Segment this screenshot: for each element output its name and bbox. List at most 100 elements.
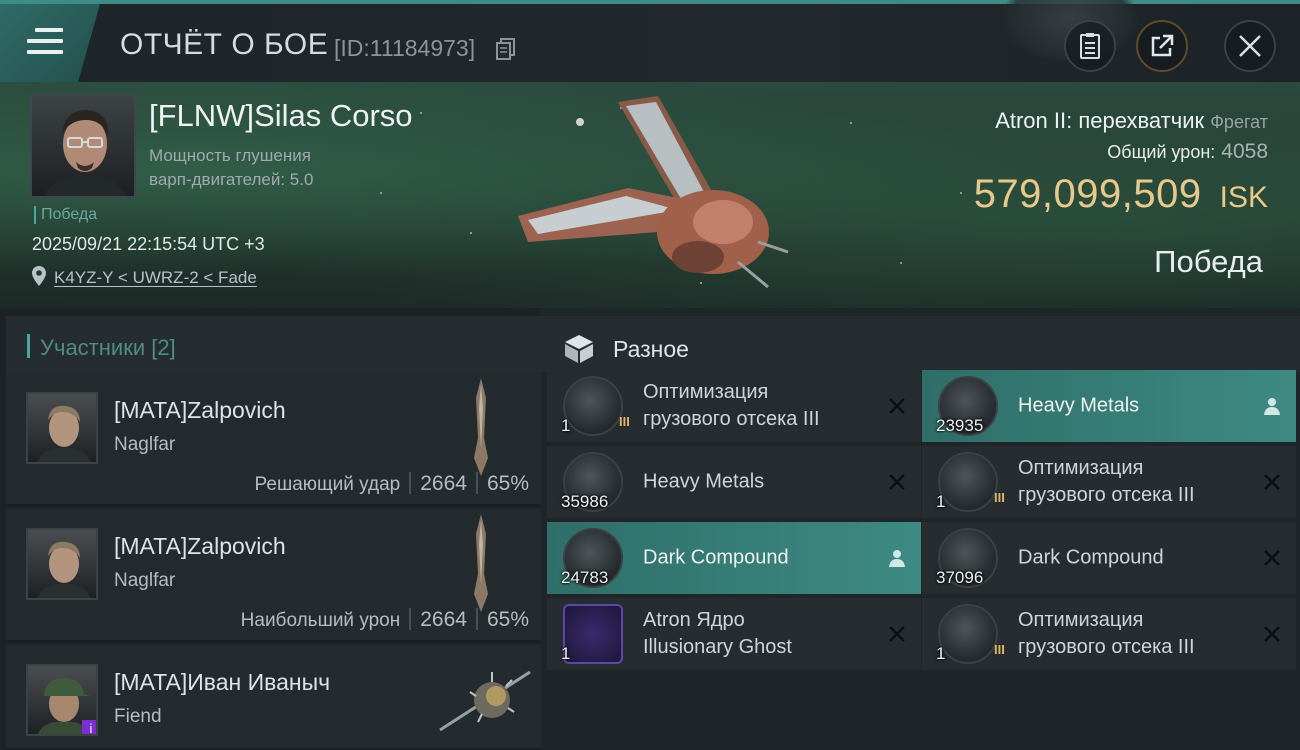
avatar-image bbox=[37, 405, 91, 462]
participants-header[interactable]: Участники [2] bbox=[6, 316, 541, 372]
misc-header: Разное bbox=[541, 316, 1300, 372]
item-name-line1: Heavy Metals bbox=[643, 470, 765, 493]
cube-box-icon bbox=[565, 335, 593, 363]
person-icon bbox=[1264, 398, 1280, 415]
ship-name[interactable]: Atron II: перехватчик bbox=[995, 108, 1204, 133]
participant-ship: Naglfar bbox=[114, 434, 176, 455]
item-name-line1: Оптимизация bbox=[643, 381, 769, 403]
x-icon bbox=[889, 398, 905, 414]
item-quantity: 23935 bbox=[936, 416, 984, 435]
item-name: Dark Compound bbox=[1018, 545, 1258, 572]
participant-ship-image bbox=[439, 670, 531, 732]
location-pin-icon bbox=[32, 266, 46, 286]
report-id: [ID:11184973] bbox=[334, 35, 476, 61]
item-name-line2: грузового отсека III bbox=[1018, 484, 1195, 506]
result-label: Победа bbox=[1154, 244, 1263, 279]
item-quantity: 37096 bbox=[936, 568, 984, 587]
close-button[interactable] bbox=[1224, 20, 1276, 72]
x-icon bbox=[889, 474, 905, 490]
participant-ship-image bbox=[474, 378, 488, 476]
item-row[interactable]: 35986 Heavy Metals bbox=[547, 446, 921, 518]
victim-pilot-name[interactable]: [FLNW]Silas Corso bbox=[149, 98, 413, 134]
pilot-attribute-line1: Мощность глушения bbox=[149, 146, 311, 165]
item-name: Оптимизация грузового отсека III bbox=[643, 379, 883, 433]
pilot-attribute-line2: варп-двигателей: 5.0 bbox=[149, 170, 314, 189]
pilot-avatar bbox=[43, 110, 127, 196]
participant-row[interactable]: [MATA]Zalpovich Naglfar Решающий удар 266… bbox=[6, 372, 541, 506]
clipboard-button[interactable] bbox=[1064, 20, 1116, 72]
copy-icon[interactable] bbox=[496, 38, 516, 60]
participant-avatar[interactable] bbox=[26, 392, 98, 464]
item-name: Dark Compound bbox=[643, 545, 883, 572]
kill-location-link[interactable]: K4YZ-Y < UWRZ-2 < Fade bbox=[54, 268, 257, 288]
item-meta-level: III bbox=[619, 414, 630, 429]
participant-role: Решающий удар bbox=[254, 474, 401, 495]
item-name: Оптимизация грузового отсека III bbox=[1018, 607, 1258, 661]
item-name-line2: Illusionary Ghost bbox=[643, 636, 792, 658]
item-quantity: 1 bbox=[561, 644, 571, 663]
participant-name[interactable]: [MATA]Zalpovich bbox=[114, 397, 286, 424]
item-meta-level: III bbox=[994, 490, 1005, 505]
victim-banner: [FLNW]Silas Corso Мощность глушения варп… bbox=[0, 82, 1300, 308]
total-damage-value: 4058 bbox=[1221, 140, 1268, 163]
item-meta-level: III bbox=[994, 642, 1005, 657]
isk-value: 579,099,509 bbox=[973, 172, 1202, 216]
participant-name[interactable]: [MATA]Zalpovich bbox=[114, 533, 286, 560]
item-row[interactable]: 1 III Оптимизация грузового отсека III bbox=[922, 446, 1296, 518]
item-quantity: 1 bbox=[561, 416, 571, 435]
pilot-attribute: Мощность глушения варп-двигателей: 5.0 bbox=[149, 144, 369, 192]
cargo-rig-icon bbox=[563, 376, 623, 436]
menu-button[interactable] bbox=[0, 4, 100, 82]
participant-percent: 65% bbox=[486, 472, 529, 495]
item-name-line1: Оптимизация bbox=[1018, 609, 1144, 631]
misc-heading: Разное bbox=[613, 336, 689, 362]
ship-type-line: Atron II: перехватчик Фрегат bbox=[995, 108, 1268, 134]
item-row[interactable]: 37096 Dark Compound bbox=[922, 522, 1296, 594]
participants-heading: Участники [2] bbox=[40, 335, 176, 360]
item-row[interactable]: 1 Atron Ядро Illusionary Ghost bbox=[547, 598, 921, 670]
header-accent-bar bbox=[27, 334, 30, 358]
x-icon bbox=[1264, 626, 1280, 642]
item-quantity: 24783 bbox=[561, 568, 609, 587]
item-name: Оптимизация грузового отсека III bbox=[1018, 455, 1258, 509]
kill-datetime: 2025/09/21 22:15:54 UTC +3 bbox=[32, 234, 265, 254]
participant-avatar[interactable] bbox=[26, 528, 98, 600]
cargo-rig-icon bbox=[938, 604, 998, 664]
participant-name[interactable]: [MATA]Иван Иваныч bbox=[114, 669, 330, 696]
participant-avatar[interactable]: i bbox=[26, 664, 98, 736]
x-icon bbox=[889, 626, 905, 642]
hamburger-icon bbox=[27, 28, 63, 61]
ship-image bbox=[518, 96, 789, 289]
item-quantity: 1 bbox=[936, 492, 946, 511]
item-name-line1: Dark Compound bbox=[643, 546, 789, 569]
participant-stats: Наибольший урон 2664 65% bbox=[241, 608, 529, 632]
share-button[interactable] bbox=[1136, 20, 1188, 72]
item-name: Atron Ядро Illusionary Ghost bbox=[643, 607, 883, 661]
item-row[interactable]: 1 III Оптимизация грузового отсека III bbox=[547, 370, 921, 442]
participant-ship: Fiend bbox=[114, 706, 162, 727]
share-icon bbox=[1151, 34, 1174, 57]
avatar-image bbox=[37, 541, 91, 598]
cargo-rig-icon bbox=[938, 452, 998, 512]
participant-ship-image bbox=[474, 514, 488, 612]
person-icon bbox=[889, 550, 905, 567]
participant-row[interactable]: i [MATA]Иван Иваныч Fiend bbox=[6, 644, 541, 750]
item-name: Heavy Metals bbox=[1018, 393, 1258, 420]
total-damage-line: Общий урон: 4058 bbox=[1107, 140, 1268, 164]
participant-damage: 2664 bbox=[420, 608, 467, 631]
participant-row[interactable]: [MATA]Zalpovich Naglfar Наибольший урон 2… bbox=[6, 508, 541, 642]
participant-percent: 65% bbox=[486, 608, 529, 631]
victim-portrait[interactable] bbox=[30, 94, 136, 198]
header: ОТЧЁТ О БОЕ [ID:11184973] bbox=[0, 0, 1300, 82]
x-icon bbox=[1264, 550, 1280, 566]
participant-stats: Решающий удар 2664 65% bbox=[255, 472, 529, 496]
isk-unit: ISK bbox=[1219, 181, 1268, 214]
participant-damage: 2664 bbox=[420, 472, 467, 495]
item-row[interactable]: 24783 Dark Compound bbox=[547, 522, 921, 594]
item-name-line1: Оптимизация bbox=[1018, 457, 1144, 479]
result-tag: Победа bbox=[34, 206, 97, 224]
total-damage-label: Общий урон: bbox=[1107, 142, 1216, 162]
participant-ship: Naglfar bbox=[114, 570, 176, 591]
item-row[interactable]: 23935 Heavy Metals bbox=[922, 370, 1296, 442]
item-row[interactable]: 1 III Оптимизация грузового отсека III bbox=[922, 598, 1296, 670]
